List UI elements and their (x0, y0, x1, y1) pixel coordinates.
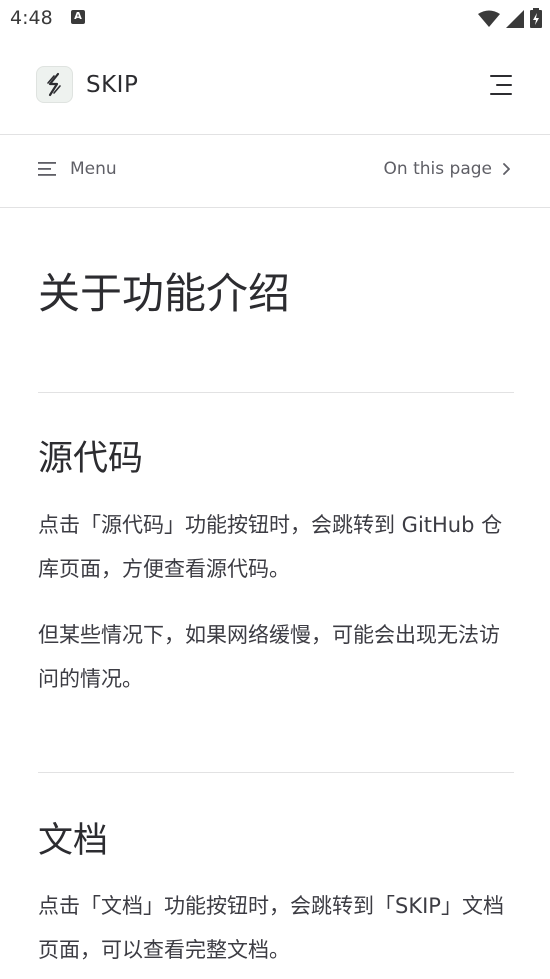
section-paragraph: 点击「文档」功能按钮时，会跳转到「SKIP」文档页面，可以查看完整文档。 (38, 894, 504, 962)
section-heading: 源代码 (38, 439, 144, 479)
section-divider (38, 392, 514, 393)
menu-button[interactable]: Menu (38, 159, 117, 179)
section-heading: 文档 (38, 821, 109, 861)
section-paragraph: 点击「源代码」功能按钮时，会跳转到 GitHub 仓库页面，方便查看源代码。 (38, 513, 503, 581)
signal-icon (506, 10, 524, 28)
status-time: 4:48 (10, 7, 53, 29)
site-title[interactable]: SKIP (86, 72, 138, 98)
section-divider (38, 772, 514, 773)
logo-icon[interactable] (36, 66, 73, 103)
battery-icon (530, 8, 542, 28)
menu-label: Menu (70, 159, 117, 179)
top-nav: SKIP (0, 38, 550, 135)
page-title: 关于功能介绍 (38, 269, 291, 318)
on-this-page-button[interactable]: On this page (384, 159, 512, 179)
section-paragraph: 但某些情况下，如果网络缓慢，可能会出现无法访问的情况。 (38, 623, 500, 691)
notification-icon: A (71, 10, 85, 24)
on-this-page-label: On this page (383, 159, 492, 179)
status-bar: 4:48 A (0, 0, 550, 38)
menu-lines-icon (38, 162, 56, 176)
status-icons (478, 8, 542, 28)
chevron-right-icon (503, 163, 510, 175)
local-nav: Menu On this page (0, 135, 550, 208)
wifi-icon (478, 10, 500, 27)
hamburger-menu-icon[interactable] (488, 75, 514, 97)
